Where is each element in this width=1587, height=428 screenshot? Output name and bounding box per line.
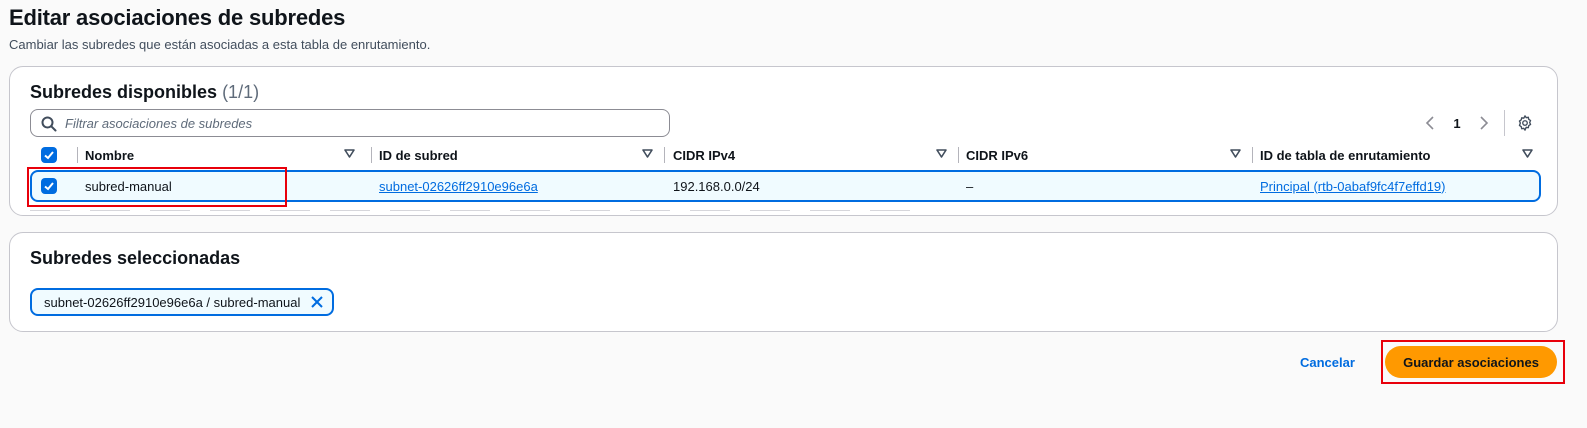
highlight-box [1381, 340, 1565, 384]
pagination-divider [1504, 110, 1505, 136]
table-header: Nombre ID de subred CIDR IPv4 CIDR IPv6 … [30, 143, 1541, 167]
token-label: subnet-02626ff2910e96e6a / subred-manual [44, 294, 301, 310]
chevron-left-icon [1425, 116, 1434, 130]
selected-subnets-panel: Subredes seleccionadas subnet-02626ff291… [9, 232, 1558, 332]
filter-input-container[interactable] [30, 109, 670, 137]
selected-subnets-title: Subredes seleccionadas [30, 248, 241, 268]
selected-subnet-token: subnet-02626ff2910e96e6a / subred-manual [30, 288, 335, 316]
search-icon [41, 116, 57, 132]
available-subnets-title: Subredes disponibles (1/1) [30, 82, 260, 102]
select-all-checkbox-box[interactable] [41, 147, 57, 163]
cell-cidr-ipv4: 192.168.0.0/24 [673, 178, 760, 194]
sort-icon [344, 149, 355, 158]
cell-cidr-ipv6: – [966, 178, 974, 194]
column-header-subnet-id[interactable]: ID de subred [379, 143, 665, 167]
table-preferences-button[interactable] [1513, 111, 1537, 135]
column-header-cidr-ipv6[interactable]: CIDR IPv6 [966, 143, 1253, 167]
highlight-box [27, 167, 287, 207]
column-header-name[interactable]: Nombre [85, 143, 367, 167]
page-description: Cambiar las subredes que están asociadas… [9, 37, 431, 52]
page-number[interactable]: 1 [1442, 116, 1472, 131]
cell-subnet-id: subnet-02626ff2910e96e6a [379, 172, 538, 200]
column-divider [958, 147, 959, 163]
column-header-cidr-ipv4[interactable]: CIDR IPv4 [673, 143, 959, 167]
chevron-right-icon [1480, 116, 1489, 130]
row-divider [30, 210, 930, 211]
sort-icon [642, 149, 653, 158]
cancel-button[interactable]: Cancelar [1290, 348, 1365, 376]
close-icon [311, 296, 324, 308]
sort-icon [1522, 149, 1533, 158]
sort-icon [936, 149, 947, 158]
available-subnets-count: (1/1) [222, 82, 260, 102]
subnet-id-link[interactable]: subnet-02626ff2910e96e6a [379, 179, 538, 194]
route-table-link[interactable]: Principal (rtb-0abaf9fc4f7effd19) [1260, 179, 1445, 194]
column-divider [664, 147, 665, 163]
sort-icon [1230, 149, 1241, 158]
column-divider [77, 147, 78, 163]
select-all-checkbox[interactable] [41, 143, 61, 167]
previous-page-button[interactable] [1418, 111, 1442, 135]
filter-input[interactable] [65, 113, 655, 133]
pagination: 1 [1418, 109, 1537, 137]
column-divider [1252, 147, 1253, 163]
column-header-route-table-id[interactable]: ID de tabla de enrutamiento [1260, 143, 1541, 167]
cell-route-table-id: Principal (rtb-0abaf9fc4f7effd19) [1260, 172, 1445, 200]
remove-token-button[interactable] [310, 295, 324, 309]
next-page-button[interactable] [1472, 111, 1496, 135]
settings-icon [1518, 115, 1532, 131]
check-icon [44, 151, 54, 160]
subnets-table: Nombre ID de subred CIDR IPv4 CIDR IPv6 … [30, 143, 1541, 202]
column-divider [371, 147, 372, 163]
page-title: Editar asociaciones de subredes [9, 5, 346, 30]
